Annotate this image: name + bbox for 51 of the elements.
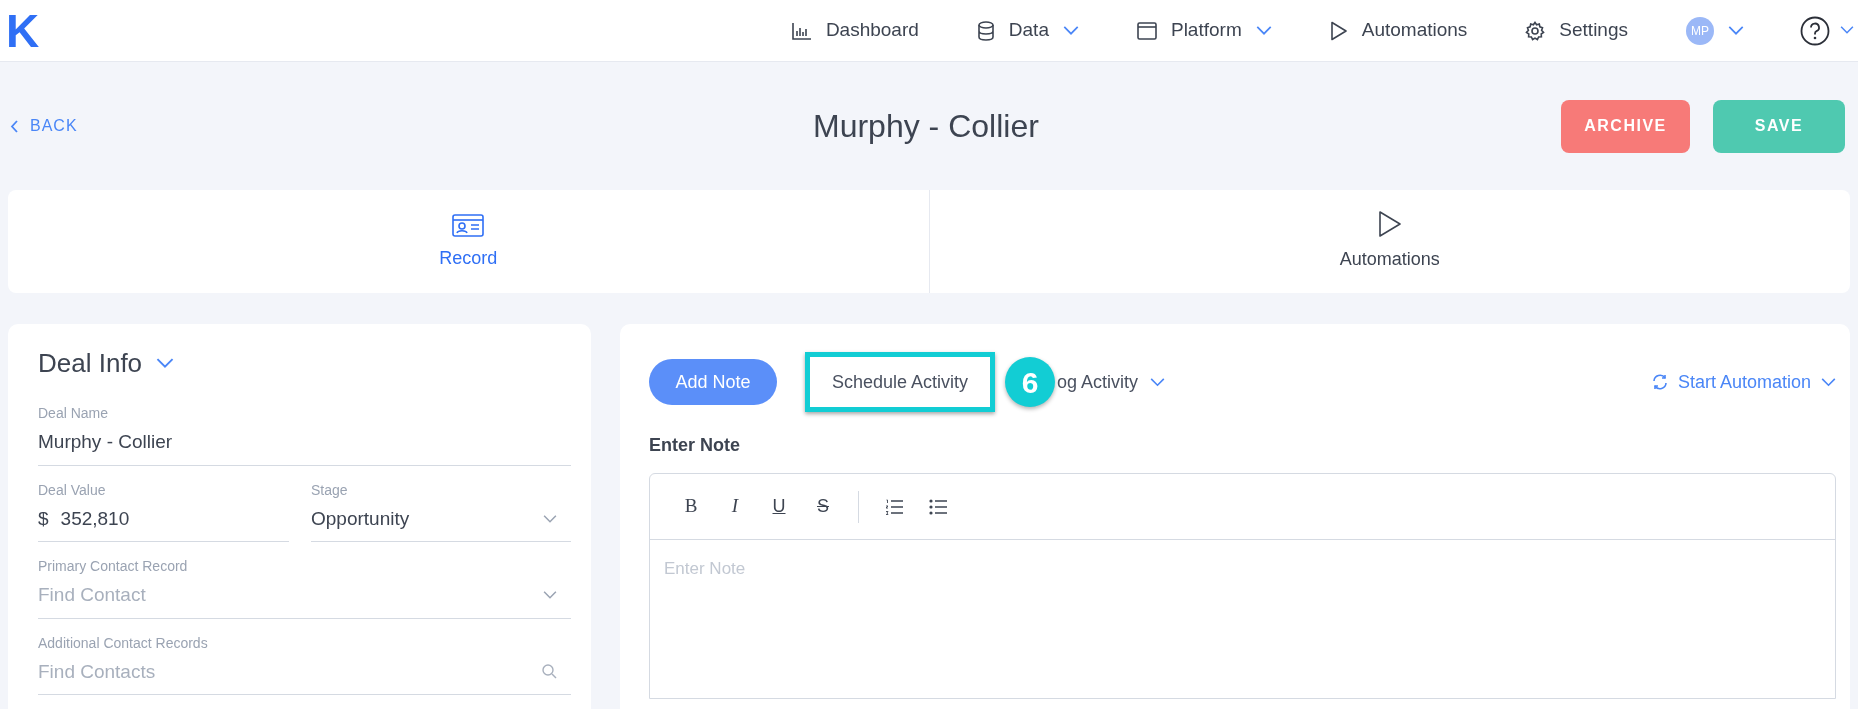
chevron-down-icon [1840,26,1854,35]
bold-button[interactable]: B [678,491,704,522]
settings-icon [1525,20,1546,41]
nav-link[interactable]: Platform [1136,16,1272,45]
numbered-list-icon [885,498,903,515]
chevron-down-icon [1821,377,1836,387]
field-label: Primary Contact Record [38,557,189,576]
log-activity-button[interactable]: og Activity [1057,368,1166,396]
field-label: Deal Name [38,404,110,423]
nav-link[interactable]: Dashboard [791,16,919,45]
field-label: Additional Contact Records [38,633,209,653]
schedule-activity-button[interactable]: Schedule Activity [805,352,995,412]
nav-link[interactable]: Automations [1329,16,1468,45]
browser-window-icon [1136,21,1157,40]
field-label: Deal Value [38,480,107,500]
strike-button[interactable]: S [810,491,836,522]
currency-symbol: $ [38,506,49,531]
play-icon [1377,210,1402,238]
bullet-list-icon [929,498,947,515]
select-field[interactable]: Opportunity [311,504,571,542]
tab[interactable]: Automations [928,190,1850,293]
refresh-icon [1651,374,1668,390]
avatar: MP [1686,16,1714,45]
italic-button[interactable]: I [722,491,748,522]
note-label: Enter Note [649,434,741,457]
page-title: Murphy - Collier [813,107,1039,146]
bar-chart-icon [791,21,812,40]
nav-link[interactable]: Settings [1525,16,1628,45]
chevron-down-icon [1150,377,1166,387]
logo[interactable]: K [6,7,40,54]
help-icon [1800,15,1830,46]
chevron-down-icon [543,591,557,600]
help-button[interactable] [1800,15,1854,46]
underline-button[interactable]: U [766,491,792,522]
chevron-left-icon [10,119,18,133]
nav-link[interactable]: Data [976,16,1079,45]
field-label: Stage [311,480,349,500]
input-field[interactable]: Murphy - Collier [38,428,571,466]
field-value: 352,810 [60,506,130,531]
search-icon [542,664,557,680]
tab[interactable]: Record [8,190,929,293]
deal-info-toggle[interactable]: Deal Info [38,344,175,383]
play-icon [1329,20,1348,41]
chevron-down-icon [543,514,557,523]
database-icon [976,20,995,41]
contact-card-icon [452,211,485,237]
input-field[interactable]: $ 352,810 [38,504,289,542]
chevron-down-icon [1728,25,1744,36]
chevron-down-icon [156,358,175,369]
step-badge: 6 [1005,357,1055,407]
start-automation-button[interactable]: Start Automation [1651,368,1836,396]
